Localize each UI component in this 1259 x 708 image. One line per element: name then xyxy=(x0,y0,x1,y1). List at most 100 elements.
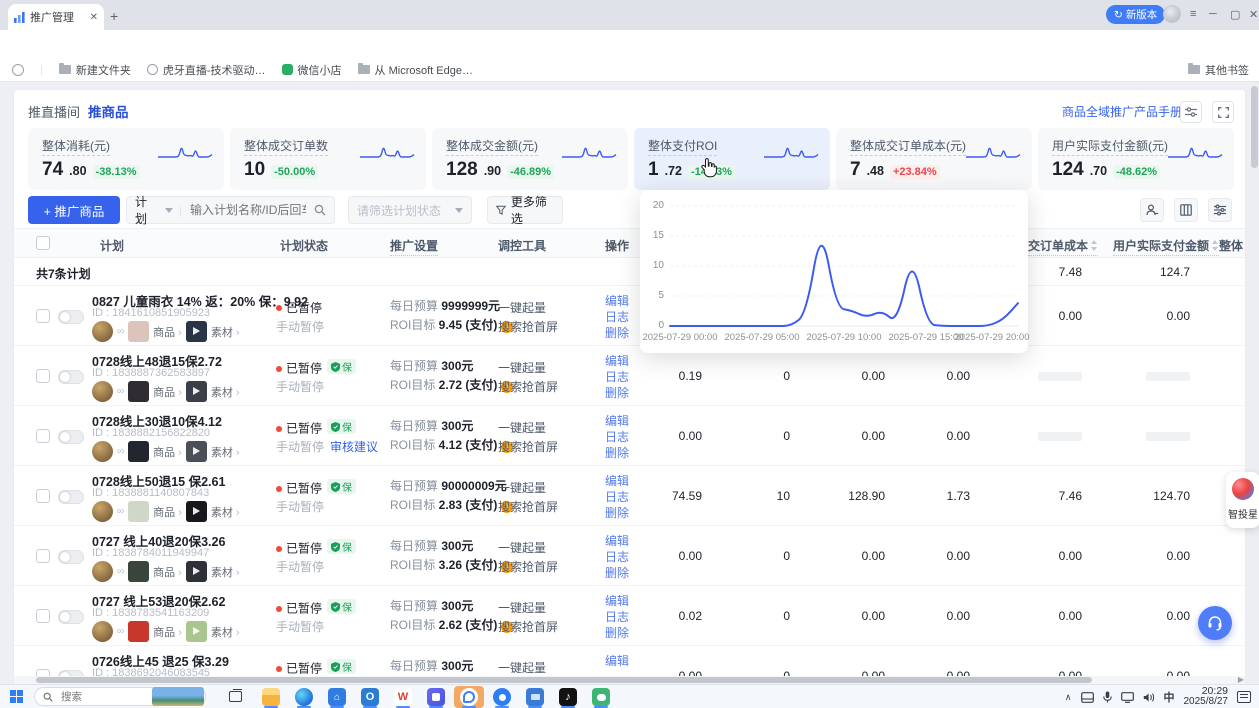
task-view-icon[interactable] xyxy=(229,691,242,702)
help-fab-button[interactable] xyxy=(1198,606,1232,640)
sort-icon[interactable] xyxy=(1212,240,1219,251)
window-minimize-button[interactable]: ─ xyxy=(1209,8,1217,20)
tool-link[interactable]: 搜索抢首屏 xyxy=(498,498,558,515)
status-filter-select[interactable]: 请筛选计划状态 xyxy=(348,196,472,224)
goods-link[interactable]: 商品 › xyxy=(153,564,182,580)
stat-card[interactable]: 整体成交订单成本(元)7.48+23.84% xyxy=(836,128,1032,190)
tool-link[interactable]: 搜索抢首屏 xyxy=(498,318,558,335)
taskbar-app-edge[interactable] xyxy=(289,686,319,708)
microphone-icon[interactable] xyxy=(1103,691,1112,703)
stat-card[interactable]: 整体消耗(元)74.80-38.13% xyxy=(28,128,224,190)
scroll-right-arrow-icon[interactable]: ▶ xyxy=(1238,675,1244,684)
bookmark-item[interactable]: 从 Microsoft Edge… xyxy=(358,62,473,78)
material-thumbnail[interactable] xyxy=(186,561,207,582)
action-link[interactable]: 编辑 xyxy=(605,652,629,669)
material-link[interactable]: 素材 › xyxy=(211,324,240,340)
material-thumbnail[interactable] xyxy=(186,501,207,522)
tool-link[interactable]: 搜索抢首屏 xyxy=(498,438,558,455)
action-link[interactable]: 编辑 xyxy=(605,532,629,549)
tool-link[interactable]: 一键起量 xyxy=(498,299,546,316)
window-restore-button[interactable]: ▢ xyxy=(1230,8,1240,21)
plan-search-group[interactable]: 计划 | xyxy=(126,196,335,224)
col-header-overall-partial[interactable]: 整体 xyxy=(1219,237,1243,254)
taskbar-app-blue-circle-app[interactable] xyxy=(487,686,517,708)
taskbar-search[interactable] xyxy=(34,687,206,706)
stat-card[interactable]: 用户实际支付金额(元)124.70-48.62% xyxy=(1038,128,1234,190)
action-link[interactable]: 删除 xyxy=(605,624,629,641)
action-link[interactable]: 编辑 xyxy=(605,592,629,609)
row-toggle[interactable] xyxy=(58,370,84,384)
assistant-widget[interactable]: 智投星 xyxy=(1226,472,1259,528)
action-link[interactable]: 日志 xyxy=(605,308,629,325)
action-link[interactable]: 编辑 xyxy=(605,292,629,309)
action-link[interactable]: 编辑 xyxy=(605,412,629,429)
h-scrollbar-thumb[interactable] xyxy=(36,677,1092,683)
search-icon[interactable] xyxy=(314,204,326,216)
select-all-checkbox[interactable] xyxy=(36,236,50,250)
settings-sliders-button[interactable] xyxy=(1180,101,1202,123)
row-checkbox[interactable] xyxy=(36,369,50,383)
material-thumbnail[interactable] xyxy=(186,621,207,642)
tool-link[interactable]: 搜索抢首屏 xyxy=(498,378,558,395)
tool-link[interactable]: 一键起量 xyxy=(498,539,546,556)
col-header-tools[interactable]: 调控工具 xyxy=(498,237,546,254)
taskbar-app-douyin[interactable]: ♪ xyxy=(553,686,583,708)
row-checkbox[interactable] xyxy=(36,609,50,623)
material-link[interactable]: 素材 › xyxy=(211,624,240,640)
speaker-icon[interactable] xyxy=(1143,692,1155,703)
product-thumbnail[interactable] xyxy=(128,441,149,462)
taskbar-app-outlook[interactable]: O xyxy=(355,686,385,708)
col-header-plan[interactable]: 计划 xyxy=(100,237,124,254)
tool-link[interactable]: 一键起量 xyxy=(498,419,546,436)
sidebar-toggle-icon[interactable] xyxy=(12,64,24,76)
start-button-windows-icon[interactable] xyxy=(10,690,24,704)
row-toggle[interactable] xyxy=(58,490,84,504)
material-thumbnail[interactable] xyxy=(186,321,207,342)
plan-filter-select[interactable]: 计划 xyxy=(135,193,159,227)
row-toggle[interactable] xyxy=(58,550,84,564)
column-settings-button[interactable] xyxy=(1174,198,1198,222)
col-header-status[interactable]: 计划状态 xyxy=(280,237,328,254)
tool-link[interactable]: 一键起量 xyxy=(498,479,546,496)
taskbar-app-wps[interactable]: W xyxy=(388,686,418,708)
v-scrollbar-thumb[interactable] xyxy=(1251,86,1258,168)
col-header-user-paid[interactable]: 用户实际支付金额 xyxy=(1113,237,1219,256)
bookmark-item[interactable]: 虎牙直播-技术驱动… xyxy=(147,62,266,78)
action-link[interactable]: 删除 xyxy=(605,564,629,581)
tool-link[interactable]: 一键起量 xyxy=(498,599,546,616)
browser-tab[interactable]: 推广管理 ✕ xyxy=(8,4,104,30)
reading-list-icon[interactable]: ≡ xyxy=(1190,8,1196,20)
vertical-scrollbar[interactable] xyxy=(1250,82,1259,684)
notification-center-icon[interactable] xyxy=(1237,691,1251,703)
product-thumbnail[interactable] xyxy=(128,381,149,402)
weather-widget-image[interactable] xyxy=(152,687,204,706)
ime-indicator[interactable]: 中 xyxy=(1164,689,1175,705)
goods-link[interactable]: 商品 › xyxy=(153,444,182,460)
manual-link[interactable]: 商品全域推广产品手册 xyxy=(1062,103,1182,120)
material-link[interactable]: 素材 › xyxy=(211,564,240,580)
row-checkbox[interactable] xyxy=(36,489,50,503)
col-header-actions[interactable]: 操作 xyxy=(605,237,629,254)
window-close-button[interactable]: ✕ xyxy=(1249,8,1258,21)
action-link[interactable]: 编辑 xyxy=(605,352,629,369)
horizontal-scrollbar[interactable]: ▶ xyxy=(14,676,1245,684)
browser-avatar[interactable] xyxy=(1163,5,1181,23)
taskbar-app-chat-app[interactable] xyxy=(454,686,484,708)
stat-card[interactable]: 整体成交订单数10-50.00% xyxy=(230,128,426,190)
more-filters-button[interactable]: 更多筛选 xyxy=(487,196,563,224)
taskbar-app-ms-store[interactable]: ⌂ xyxy=(322,686,352,708)
tool-link[interactable]: 搜索抢首屏 xyxy=(498,618,558,635)
material-link[interactable]: 素材 › xyxy=(211,504,240,520)
search-input[interactable] xyxy=(188,202,308,218)
tool-link[interactable]: 一键起量 xyxy=(498,359,546,376)
taskbar-app-purple-app[interactable] xyxy=(421,686,451,708)
tray-chevron-up-icon[interactable]: ∧ xyxy=(1065,692,1072,703)
taskbar-app-file-explorer[interactable] xyxy=(256,686,286,708)
action-link[interactable]: 删除 xyxy=(605,504,629,521)
goods-link[interactable]: 商品 › xyxy=(153,324,182,340)
filter-settings-button[interactable] xyxy=(1208,198,1232,222)
fullscreen-button[interactable] xyxy=(1212,101,1234,123)
goods-link[interactable]: 商品 › xyxy=(153,384,182,400)
new-version-button[interactable]: ↻ 新版本 xyxy=(1106,5,1165,24)
stat-card[interactable]: 整体支付ROI1.72-14.43% xyxy=(634,128,830,190)
